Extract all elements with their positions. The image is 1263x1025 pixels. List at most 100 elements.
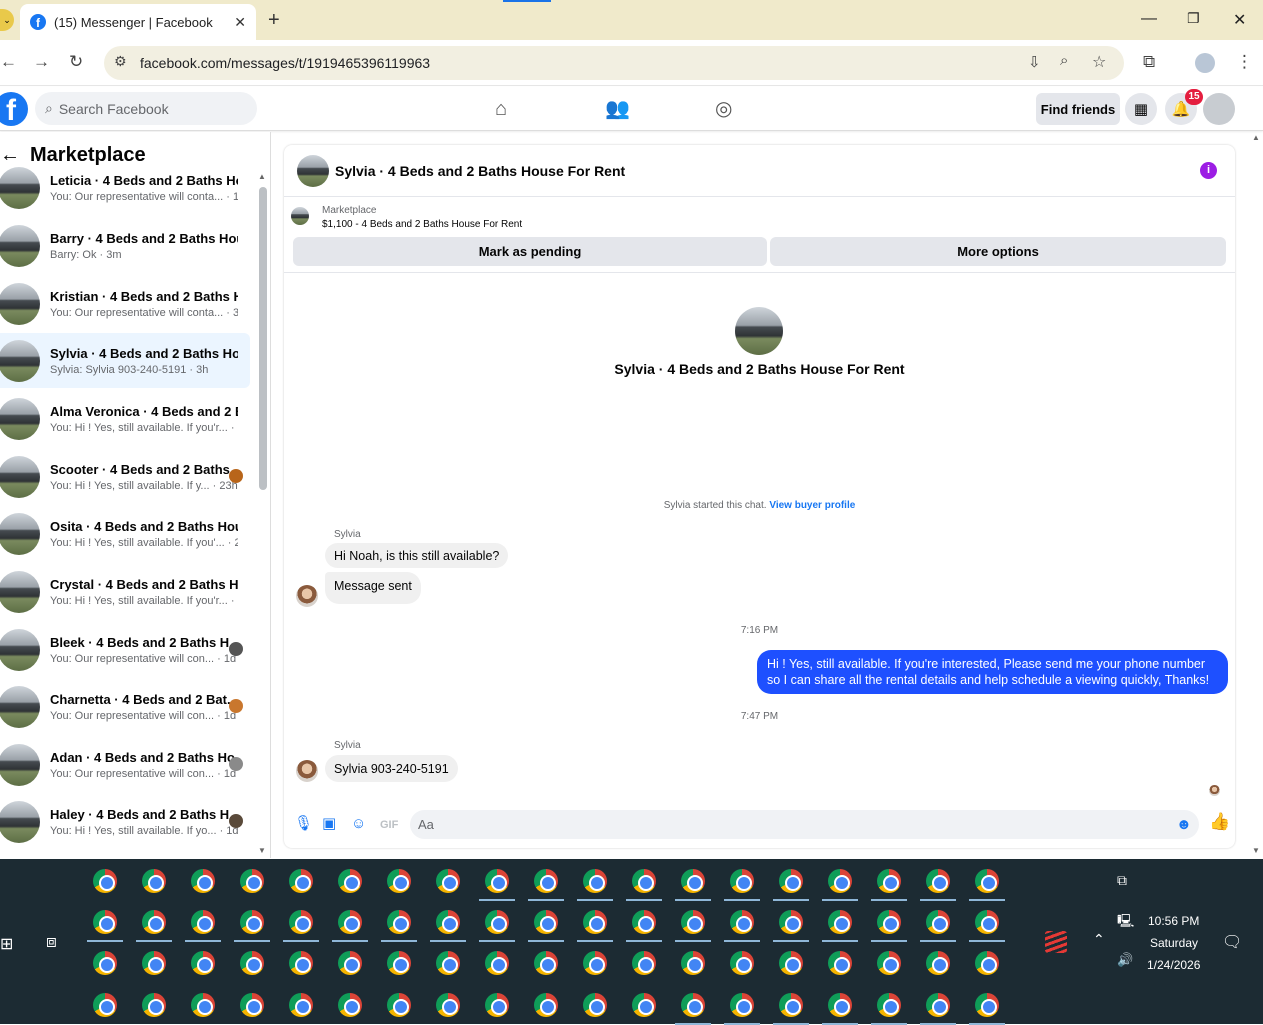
gif-icon[interactable]: GIF: [380, 817, 398, 833]
chrome-window-icon[interactable]: [828, 993, 852, 1017]
sticker-icon[interactable]: ☺: [351, 816, 366, 832]
chrome-window-icon[interactable]: [338, 993, 362, 1017]
new-tab-button[interactable]: +: [268, 9, 280, 32]
conversation-item[interactable]: Charnetta · 4 Beds and 2 Bat... You: Our …: [0, 679, 250, 734]
chrome-window-icon[interactable]: [877, 869, 901, 893]
page-scroll-up-icon[interactable]: ▲: [1252, 133, 1260, 142]
chrome-window-icon[interactable]: [338, 910, 362, 934]
chrome-window-icon[interactable]: [779, 910, 803, 934]
chrome-window-icon[interactable]: [681, 910, 705, 934]
mark-as-pending-button[interactable]: Mark as pending: [293, 237, 767, 266]
chrome-window-icon[interactable]: [583, 951, 607, 975]
chrome-window-icon[interactable]: [142, 910, 166, 934]
chrome-window-icon[interactable]: [387, 951, 411, 975]
minimize-icon[interactable]: —: [1141, 10, 1157, 28]
view-buyer-profile-link[interactable]: View buyer profile: [769, 500, 855, 511]
chrome-window-icon[interactable]: [681, 951, 705, 975]
browser-tab[interactable]: f (15) Messenger | Facebook ✕: [20, 4, 256, 40]
chrome-window-icon[interactable]: [583, 869, 607, 893]
chrome-window-icon[interactable]: [975, 951, 999, 975]
address-bar[interactable]: ⚙ facebook.com/messages/t/19194653961199…: [104, 46, 1124, 80]
chrome-window-icon[interactable]: [142, 869, 166, 893]
scroll-up-icon[interactable]: ▲: [258, 172, 266, 181]
chrome-window-icon[interactable]: [926, 951, 950, 975]
chrome-window-icon[interactable]: [877, 993, 901, 1017]
conversation-item[interactable]: Scooter · 4 Beds and 2 Baths ... You: Hi …: [0, 449, 250, 504]
chrome-menu-icon[interactable]: ⋮: [1236, 52, 1253, 72]
chrome-window-icon[interactable]: [632, 951, 656, 975]
groups-icon[interactable]: ◎: [715, 99, 732, 119]
chrome-window-icon[interactable]: [779, 951, 803, 975]
window-close-icon[interactable]: ✕: [1233, 10, 1246, 30]
more-options-button[interactable]: More options: [770, 237, 1226, 266]
chrome-window-icon[interactable]: [387, 993, 411, 1017]
microphone-icon[interactable]: 🎙: [294, 816, 313, 832]
chrome-window-icon[interactable]: [338, 869, 362, 893]
message-input[interactable]: Aa ☻: [410, 810, 1199, 839]
restore-icon[interactable]: ❐: [1187, 10, 1200, 27]
listing-title[interactable]: $1,100 - 4 Beds and 2 Baths House For Re…: [322, 219, 522, 230]
chrome-window-icon[interactable]: [142, 951, 166, 975]
chrome-window-icon[interactable]: [191, 910, 215, 934]
chrome-window-icon[interactable]: [828, 869, 852, 893]
chrome-window-icon[interactable]: [926, 869, 950, 893]
chrome-window-icon[interactable]: [191, 993, 215, 1017]
conversation-item[interactable]: Alma Veronica · 4 Beds and 2 B... You: Hi…: [0, 391, 250, 446]
tray-chevron-icon[interactable]: ⌃: [1093, 931, 1105, 948]
chrome-window-icon[interactable]: [289, 910, 313, 934]
chrome-window-icon[interactable]: [289, 951, 313, 975]
back-icon[interactable]: ←: [0, 52, 17, 72]
chrome-window-icon[interactable]: [142, 993, 166, 1017]
conversation-item[interactable]: Barry · 4 Beds and 2 Baths Hous... Barry:…: [0, 218, 250, 273]
conversation-item[interactable]: Bleek · 4 Beds and 2 Baths H... You: Our …: [0, 622, 250, 677]
chrome-window-icon[interactable]: [730, 910, 754, 934]
chrome-window-icon[interactable]: [485, 869, 509, 893]
extensions-icon[interactable]: ⧉: [1143, 52, 1155, 72]
conversation-item[interactable]: Sylvia · 4 Beds and 2 Baths Hou... Sylvia…: [0, 333, 250, 388]
chrome-window-icon[interactable]: [926, 910, 950, 934]
tab-search-chevron-icon[interactable]: ⌄: [0, 9, 14, 31]
clock-day[interactable]: Saturday: [1150, 936, 1198, 950]
chrome-window-icon[interactable]: [583, 993, 607, 1017]
chrome-window-icon[interactable]: [534, 993, 558, 1017]
task-view-icon[interactable]: ⧈: [46, 932, 57, 952]
chrome-window-icon[interactable]: [926, 993, 950, 1017]
chrome-window-icon[interactable]: [975, 993, 999, 1017]
chrome-window-icon[interactable]: [632, 910, 656, 934]
chrome-window-icon[interactable]: [828, 910, 852, 934]
chrome-window-icon[interactable]: [191, 951, 215, 975]
zoom-icon[interactable]: ⌕: [1060, 52, 1068, 69]
chrome-window-icon[interactable]: [779, 869, 803, 893]
chrome-window-icon[interactable]: [534, 869, 558, 893]
search-input[interactable]: ⌕ Search Facebook: [35, 92, 257, 125]
chrome-window-icon[interactable]: [93, 910, 117, 934]
chrome-window-icon[interactable]: [730, 951, 754, 975]
chrome-window-icon[interactable]: [730, 869, 754, 893]
scroll-down-icon[interactable]: ▼: [258, 846, 266, 855]
chrome-window-icon[interactable]: [534, 951, 558, 975]
camera-tray-icon[interactable]: ⧉: [1117, 872, 1127, 889]
chrome-window-icon[interactable]: [534, 910, 558, 934]
reload-icon[interactable]: ↻: [69, 52, 83, 72]
network-icon[interactable]: 🖳: [1117, 912, 1134, 934]
chrome-window-icon[interactable]: [485, 951, 509, 975]
start-icon[interactable]: ⊞: [0, 934, 13, 954]
thumbs-up-icon[interactable]: 👍: [1209, 813, 1230, 830]
find-friends-button[interactable]: Find friends: [1036, 93, 1120, 125]
chrome-window-icon[interactable]: [387, 869, 411, 893]
chrome-window-icon[interactable]: [436, 951, 460, 975]
photo-icon[interactable]: ▣: [322, 816, 336, 832]
chrome-window-icon[interactable]: [436, 869, 460, 893]
chrome-window-icon[interactable]: [877, 951, 901, 975]
chrome-window-icon[interactable]: [681, 993, 705, 1017]
chrome-window-icon[interactable]: [93, 951, 117, 975]
conversation-item[interactable]: Crystal · 4 Beds and 2 Baths Ho... You: H…: [0, 564, 250, 619]
app-tray-icon[interactable]: [1045, 931, 1067, 953]
chrome-window-icon[interactable]: [485, 910, 509, 934]
chat-header[interactable]: Sylvia · 4 Beds and 2 Baths House For Re…: [284, 145, 1235, 197]
conversation-item[interactable]: Leticia · 4 Beds and 2 Baths Ho... You: O…: [0, 160, 250, 215]
conversation-item[interactable]: Osita · 4 Beds and 2 Baths Hous... You: H…: [0, 506, 250, 561]
chrome-window-icon[interactable]: [828, 951, 852, 975]
chrome-window-icon[interactable]: [632, 993, 656, 1017]
conversation-item[interactable]: Haley · 4 Beds and 2 Baths H... You: Hi !…: [0, 794, 250, 849]
